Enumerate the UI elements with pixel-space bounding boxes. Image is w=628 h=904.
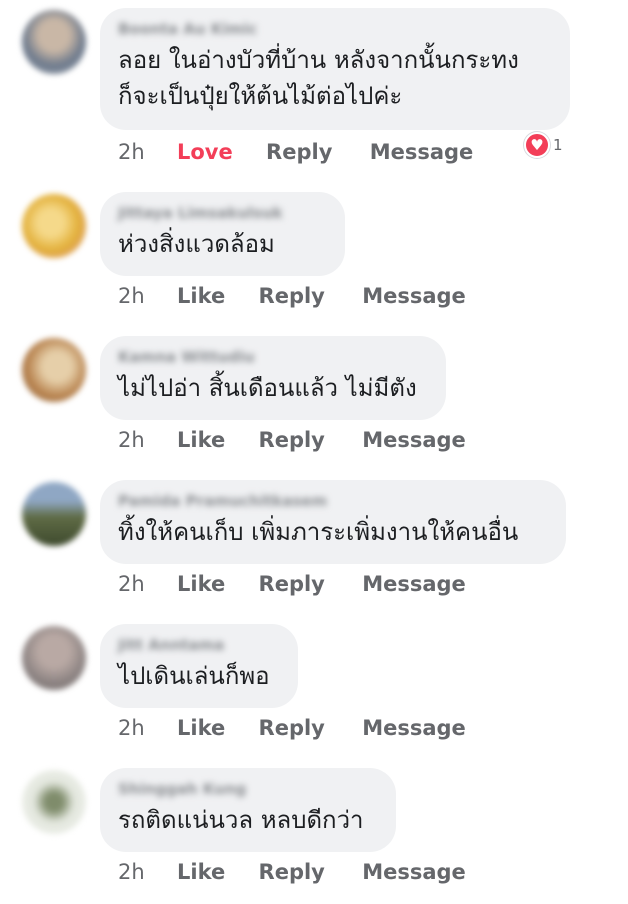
like-button[interactable]: Like bbox=[177, 713, 225, 743]
avatar[interactable] bbox=[22, 194, 86, 258]
like-button[interactable]: Like bbox=[177, 281, 225, 311]
comment-text: ห่วงสิ่งแวดล้อม bbox=[118, 226, 327, 262]
heart-icon: ♥ bbox=[524, 132, 550, 158]
comment-bubble: Kamna Wittudiu ไม่ไปอ่า สิ้นเดือนแล้ว ไม… bbox=[100, 336, 446, 420]
comment-bubble: Shinggah Kung รถติดแน่นวล หลบดีกว่า bbox=[100, 768, 396, 852]
comment-author[interactable]: Jitt Anntama bbox=[118, 634, 280, 656]
comment-actions: 2h Love Reply Message bbox=[118, 137, 473, 167]
avatar[interactable] bbox=[22, 626, 86, 690]
comment-bubble: Pamida Pramuchitkasem ทิ้งให้คนเก็บ เพิ่… bbox=[100, 480, 566, 564]
like-button[interactable]: Like bbox=[177, 425, 225, 455]
comment-author[interactable]: Kamna Wittudiu bbox=[118, 346, 428, 368]
comment-text: ลอย ในอ่างบัวที่บ้าน หลังจากนั้นกระทง ก็… bbox=[118, 42, 552, 114]
reply-button[interactable]: Reply bbox=[259, 569, 325, 599]
comment-actions: 2h Like Reply Message bbox=[118, 569, 466, 599]
message-button[interactable]: Message bbox=[362, 857, 466, 887]
love-button[interactable]: Love bbox=[177, 137, 233, 167]
comment-author[interactable]: Jittaya Limsakulsuk bbox=[118, 202, 327, 224]
comment-timestamp[interactable]: 2h bbox=[118, 713, 145, 743]
comment-text-line: ลอย ในอ่างบัวที่บ้าน หลังจากนั้นกระทง bbox=[118, 46, 519, 74]
avatar[interactable] bbox=[22, 770, 86, 834]
reply-button[interactable]: Reply bbox=[266, 137, 332, 167]
comment-actions: 2h Like Reply Message bbox=[118, 425, 466, 455]
comment-author[interactable]: Shinggah Kung bbox=[118, 778, 378, 800]
reply-button[interactable]: Reply bbox=[259, 425, 325, 455]
reply-button[interactable]: Reply bbox=[259, 281, 325, 311]
comment-timestamp[interactable]: 2h bbox=[118, 281, 145, 311]
comment-text: ทิ้งให้คนเก็บ เพิ่มภาระเพิ่มงานให้คนอื่น bbox=[118, 514, 548, 550]
comment-timestamp[interactable]: 2h bbox=[118, 569, 145, 599]
message-button[interactable]: Message bbox=[362, 281, 466, 311]
message-button[interactable]: Message bbox=[362, 569, 466, 599]
message-button[interactable]: Message bbox=[362, 425, 466, 455]
message-button[interactable]: Message bbox=[370, 137, 474, 167]
reply-button[interactable]: Reply bbox=[259, 857, 325, 887]
comment-timestamp[interactable]: 2h bbox=[118, 857, 145, 887]
comment-text-line: ทิ้งให้คนเก็บ เพิ่มภาระเพิ่มงานให้คนอื่น bbox=[118, 518, 519, 546]
comment-text: ไปเดินเล่นก็พอ bbox=[118, 658, 280, 694]
reply-button[interactable]: Reply bbox=[259, 713, 325, 743]
comment-actions: 2h Like Reply Message bbox=[118, 281, 466, 311]
comment-text: รถติดแน่นวล หลบดีกว่า bbox=[118, 802, 378, 838]
comment-text-line: รถติดแน่นวล หลบดีกว่า bbox=[118, 806, 364, 834]
comment-text: ไม่ไปอ่า สิ้นเดือนแล้ว ไม่มีตัง bbox=[118, 370, 428, 406]
reaction-summary[interactable]: ♥ 1 bbox=[524, 132, 563, 158]
comment-bubble: Jitt Anntama ไปเดินเล่นก็พอ bbox=[100, 624, 298, 708]
comment-text-line: ก็จะเป็นปุ๋ยให้ต้นไม้ต่อไปค่ะ bbox=[118, 82, 403, 110]
like-button[interactable]: Like bbox=[177, 569, 225, 599]
avatar[interactable] bbox=[22, 10, 86, 74]
avatar[interactable] bbox=[22, 482, 86, 546]
comment-bubble: Jittaya Limsakulsuk ห่วงสิ่งแวดล้อม bbox=[100, 192, 345, 276]
comment-text-line: ไม่ไปอ่า สิ้นเดือนแล้ว ไม่มีตัง bbox=[118, 374, 417, 402]
reaction-count: 1 bbox=[553, 136, 563, 154]
comment-timestamp[interactable]: 2h bbox=[118, 425, 145, 455]
comment-bubble: Boonta Au Kimic ลอย ในอ่างบัวที่บ้าน หลั… bbox=[100, 8, 570, 130]
comment-author[interactable]: Boonta Au Kimic bbox=[118, 18, 552, 40]
comment-actions: 2h Like Reply Message bbox=[118, 857, 466, 887]
like-button[interactable]: Like bbox=[177, 857, 225, 887]
comment-actions: 2h Like Reply Message bbox=[118, 713, 466, 743]
avatar[interactable] bbox=[22, 338, 86, 402]
comment-author[interactable]: Pamida Pramuchitkasem bbox=[118, 490, 548, 512]
comment-text-line: ไปเดินเล่นก็พอ bbox=[118, 662, 270, 690]
message-button[interactable]: Message bbox=[362, 713, 466, 743]
comment-timestamp[interactable]: 2h bbox=[118, 137, 145, 167]
comment-text-line: ห่วงสิ่งแวดล้อม bbox=[118, 230, 275, 258]
